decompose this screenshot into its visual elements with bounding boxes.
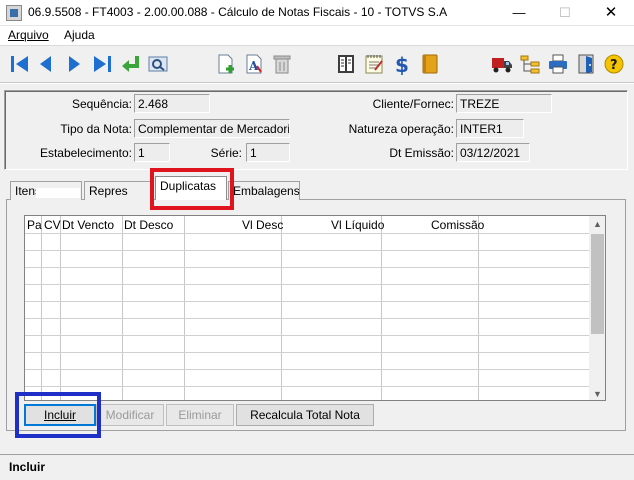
duplicatas-grid[interactable]: Pa CV Dt Vencto Dt Desco Vl Desc Vl Líqu… (24, 215, 606, 401)
modificar-button-label: Modificar (105, 408, 155, 422)
toolbar: A $ ? (0, 45, 634, 83)
tab-embalagens-label: Embalagens (233, 184, 300, 198)
grid-row-line (25, 386, 589, 387)
first-icon[interactable] (8, 52, 32, 76)
grid-header-vl-desc[interactable]: Vl Desc (242, 218, 283, 232)
grid-row-line (25, 267, 589, 268)
grid-column-comissao (382, 216, 479, 400)
grid-vertical-scrollbar[interactable]: ▲ ▼ (589, 216, 605, 400)
cliente-fornec-label: Cliente/Fornec: (372, 97, 454, 111)
grid-header-dt-vencto[interactable]: Dt Vencto (62, 218, 114, 232)
truck-icon[interactable] (490, 52, 514, 76)
dt-emissao-label: Dt Emissão: (389, 146, 454, 160)
natureza-operacao-label: Natureza operação: (348, 122, 454, 136)
tab-repres[interactable]: Repres (84, 181, 154, 200)
return-icon[interactable] (118, 52, 142, 76)
scroll-up-icon[interactable]: ▲ (589, 216, 605, 232)
grid-header-vl-liquido[interactable]: Vl Líquido (331, 218, 384, 232)
highlight-box-incluir (15, 392, 101, 438)
minimize-button[interactable]: — (496, 0, 542, 26)
recalcula-button-label: Recalcula Total Nota (250, 408, 360, 422)
menu-arquivo[interactable]: Arquivo (8, 28, 49, 42)
grid-row-line (25, 233, 589, 234)
new-document-icon[interactable] (214, 52, 238, 76)
grid-header-pa[interactable]: Pa (27, 218, 42, 232)
dt-emissao-field: 03/12/2021 (456, 143, 530, 162)
maximize-button[interactable]: ☐ (542, 0, 588, 26)
natureza-operacao-field: INTER1 (456, 119, 524, 138)
eliminar-button[interactable]: Eliminar (166, 404, 234, 426)
highlight-box-duplicatas (150, 168, 234, 210)
previous-icon[interactable] (34, 52, 58, 76)
svg-text:$: $ (395, 53, 409, 75)
next-icon[interactable] (62, 52, 86, 76)
grid-column-cv (42, 216, 61, 400)
print-icon[interactable] (546, 52, 570, 76)
sequencia-label: Sequência: (71, 97, 132, 111)
tipo-nota-field: Complementar de Mercadoria (134, 119, 290, 138)
tipo-nota-label: Tipo da Nota: (60, 122, 132, 136)
estabelecimento-label: Estabelecimento: (39, 146, 132, 160)
tab-embalagens[interactable]: Embalagens (228, 181, 300, 200)
svg-text:?: ? (610, 58, 618, 73)
exit-door-icon[interactable] (574, 52, 598, 76)
grid-column-pa (25, 216, 42, 400)
estabelecimento-field: 1 (134, 143, 170, 162)
calculator-icon[interactable] (334, 52, 358, 76)
close-button[interactable]: ✕ (588, 0, 634, 26)
scroll-down-icon[interactable]: ▼ (589, 386, 605, 400)
serie-label: Série: (210, 146, 242, 160)
book-icon[interactable] (418, 52, 442, 76)
window-title: 06.9.5508 - FT4003 - 2.00.00.088 - Cálcu… (28, 5, 448, 19)
grid-header-dt-desco[interactable]: Dt Desco (124, 218, 173, 232)
eliminar-button-label: Eliminar (178, 408, 222, 422)
modificar-button[interactable]: Modificar (96, 404, 164, 426)
grid-row-line (25, 369, 589, 370)
grid-row-line (25, 301, 589, 302)
dollar-icon[interactable]: $ (390, 52, 414, 76)
app-icon (6, 5, 22, 21)
tab-repres-label: Repres (89, 184, 128, 198)
grid-column-dt-vencto (61, 216, 123, 400)
grid-header-cv[interactable]: CV (44, 218, 61, 232)
grid-row-line (25, 284, 589, 285)
sequencia-field: 2.468 (134, 94, 210, 113)
cliente-fornec-field: TREZE (456, 94, 552, 113)
search-icon[interactable] (146, 52, 170, 76)
menu-ajuda[interactable]: Ajuda (64, 28, 95, 42)
grid-row-line (25, 250, 589, 251)
status-bar: Incluir (0, 454, 634, 480)
grid-row-line (25, 335, 589, 336)
tab-itens-field (36, 188, 80, 198)
scrollbar-thumb[interactable] (591, 234, 604, 334)
tree-icon[interactable] (518, 52, 542, 76)
last-icon[interactable] (90, 52, 114, 76)
title-bar: 06.9.5508 - FT4003 - 2.00.00.088 - Cálcu… (0, 0, 634, 26)
grid-column-vl-desc (185, 216, 282, 400)
status-text: Incluir (9, 460, 46, 474)
grid-row-line (25, 318, 589, 319)
grid-column-vl-liquido (282, 216, 382, 400)
grid-column-dt-desco (123, 216, 185, 400)
edit-text-icon[interactable]: A (242, 52, 266, 76)
recalcula-total-nota-button[interactable]: Recalcula Total Nota (236, 404, 374, 426)
help-icon[interactable]: ? (602, 52, 626, 76)
trash-icon[interactable] (270, 52, 294, 76)
menu-bar: Arquivo Ajuda (0, 26, 634, 45)
serie-field: 1 (246, 143, 290, 162)
grid-header-comissao[interactable]: Comissão (431, 218, 484, 232)
grid-row-line (25, 352, 589, 353)
notes-icon[interactable] (362, 52, 386, 76)
